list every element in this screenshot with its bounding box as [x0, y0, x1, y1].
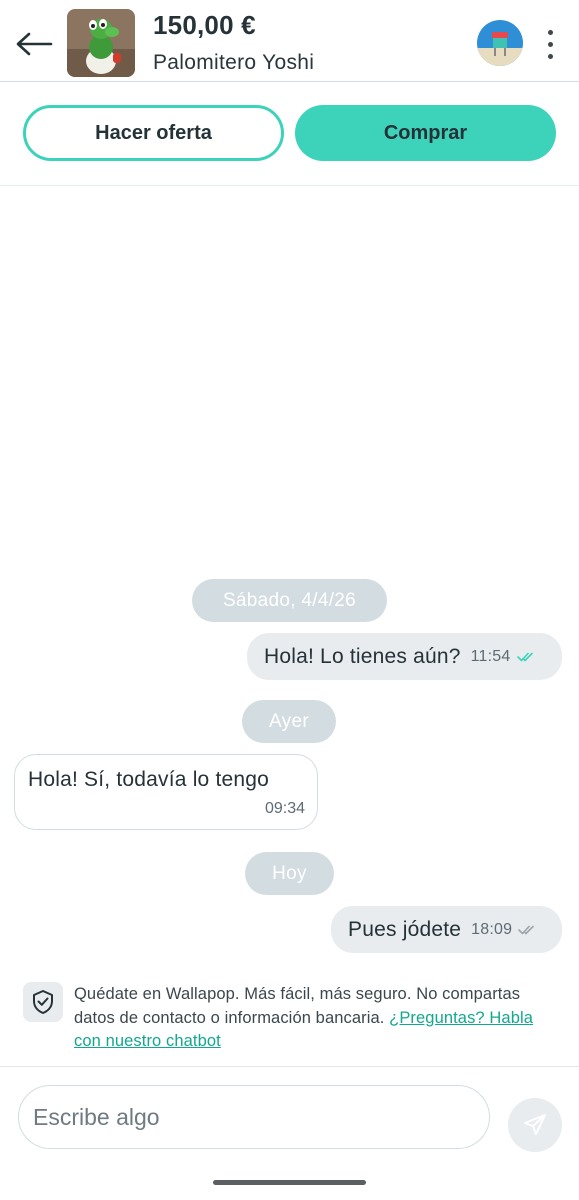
- send-button[interactable]: [508, 1098, 562, 1152]
- read-checkmarks-icon: [516, 652, 533, 661]
- avatar-image: [477, 20, 523, 66]
- item-thumbnail[interactable]: [67, 9, 135, 77]
- more-options-button[interactable]: [536, 24, 564, 64]
- shield-check-icon: [33, 990, 53, 1014]
- chat-header: 150,00 € Palomitero Yoshi: [0, 0, 579, 82]
- home-indicator[interactable]: [213, 1180, 366, 1185]
- message-text: Hola! Sí, todavía lo tengo: [28, 768, 270, 791]
- date-separator: Hoy: [245, 852, 334, 895]
- action-bar: Hacer oferta Comprar: [0, 83, 579, 186]
- more-vertical-icon: [547, 29, 553, 35]
- message-text: Pues jódete: [348, 917, 462, 941]
- item-price: 150,00 €: [153, 10, 256, 40]
- make-offer-button[interactable]: Hacer oferta: [23, 105, 284, 161]
- delivered-checkmarks-icon: [518, 925, 534, 934]
- item-title[interactable]: Palomitero Yoshi: [153, 51, 314, 75]
- buy-button[interactable]: Comprar: [295, 105, 556, 161]
- user-avatar[interactable]: [477, 20, 523, 66]
- message-time: 09:34: [264, 800, 305, 817]
- date-separator: Sábado, 4/4/26: [192, 579, 387, 622]
- message-text: Hola! Lo tienes aún?: [264, 644, 461, 668]
- message-input[interactable]: [18, 1085, 490, 1149]
- safety-notice-icon-box: [23, 982, 63, 1022]
- outgoing-message: Hola! Lo tienes aún? 11:54: [247, 633, 562, 680]
- back-button[interactable]: [12, 22, 56, 66]
- incoming-message: Hola! Sí, todavía lo tengo 09:34: [14, 754, 318, 830]
- outgoing-message: Pues jódete 18:09: [331, 906, 562, 953]
- safety-notice: Quédate en Wallapop. Más fácil, más segu…: [74, 983, 564, 1054]
- message-time: 11:54: [470, 647, 511, 665]
- message-time: 18:09: [471, 920, 513, 938]
- send-icon: [524, 1114, 546, 1135]
- item-photo: [67, 9, 135, 77]
- arrow-left-icon: [16, 32, 53, 56]
- date-separator: Ayer: [242, 700, 336, 743]
